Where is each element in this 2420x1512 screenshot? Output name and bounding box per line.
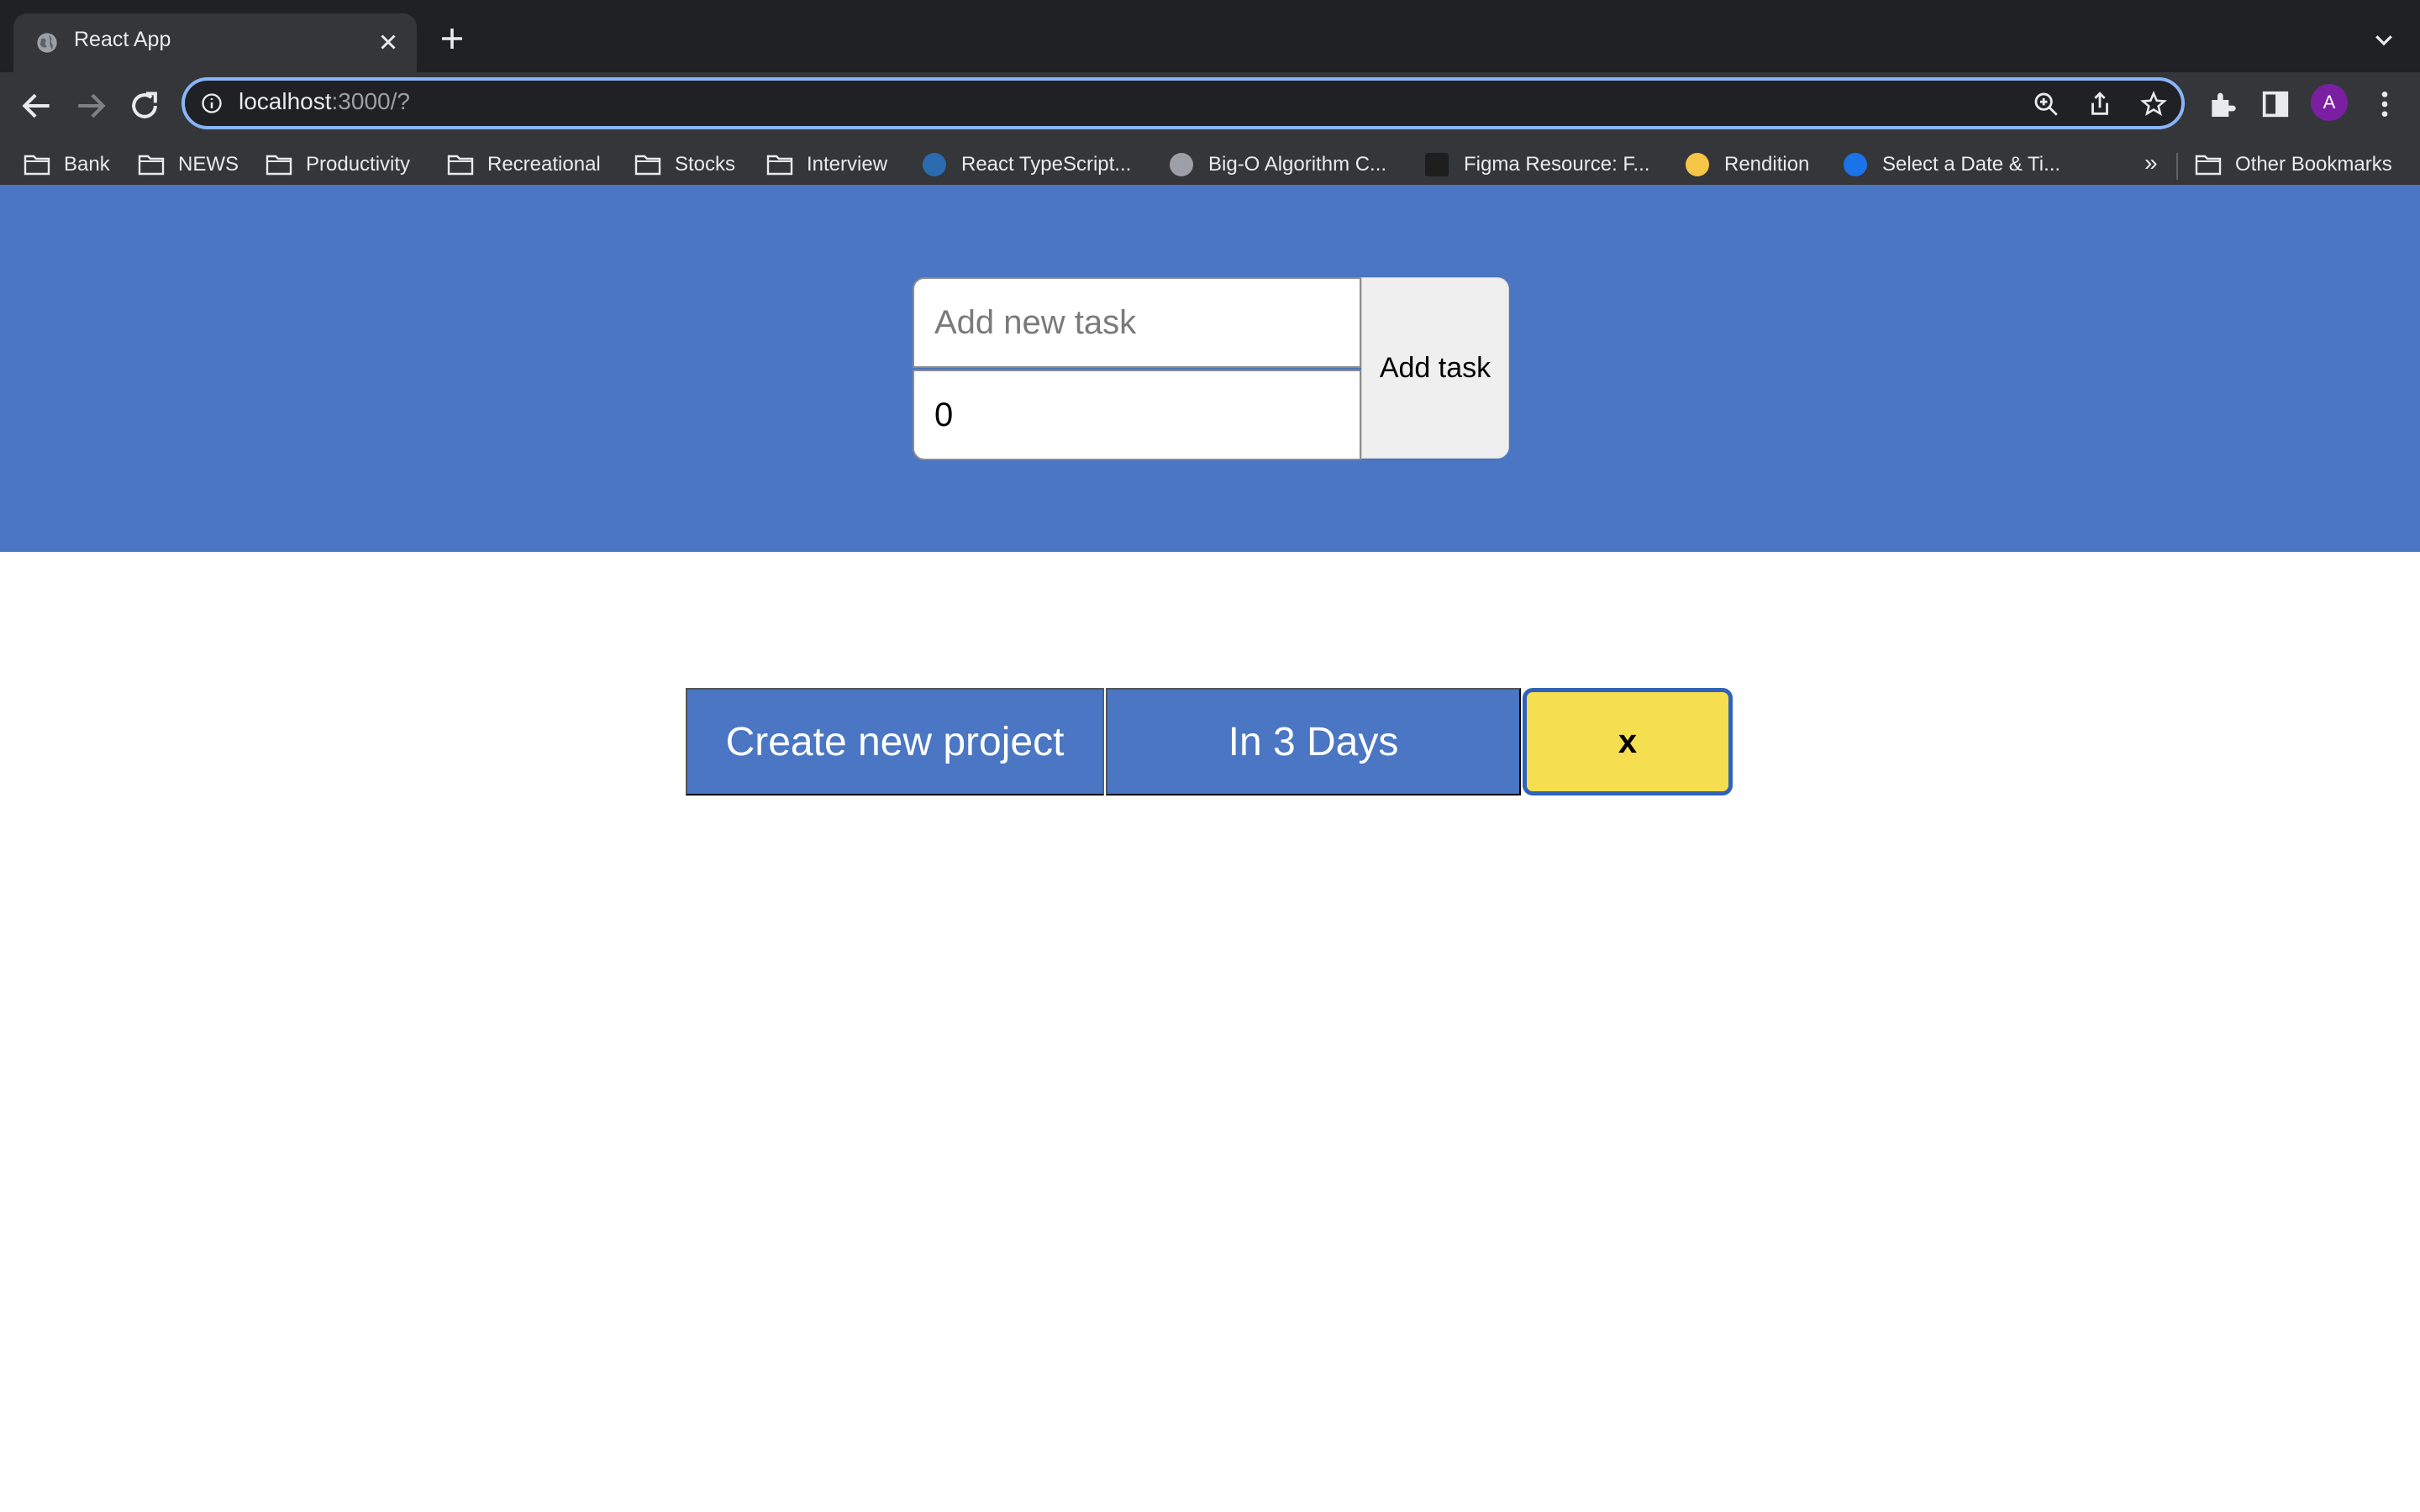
browser-tab-strip: React App (0, 0, 2420, 72)
star-icon[interactable] (2139, 90, 2168, 118)
calendar-icon (1844, 153, 1867, 176)
bookmark-label: Productivity (306, 153, 411, 176)
back-icon[interactable] (18, 87, 55, 124)
bookmark-label: Rendition (1724, 153, 1810, 176)
other-bookmarks-label: Other Bookmarks (2235, 153, 2392, 176)
figma-icon (1425, 153, 1449, 176)
bookmark-link[interactable]: React TypeScript... (923, 150, 1131, 180)
bookmark-link[interactable]: Select a Date & Ti... (1844, 150, 2060, 180)
folder-icon (634, 155, 661, 176)
reload-icon[interactable] (126, 87, 163, 124)
bookmark-label: Recreational (487, 153, 601, 176)
folder-icon (766, 155, 793, 176)
project-due-button[interactable]: In 3 Days (1106, 688, 1521, 795)
bookmark-label: Bank (64, 153, 110, 176)
extensions-icon[interactable] (2205, 87, 2238, 121)
globe-icon (37, 33, 57, 53)
zoom-icon[interactable] (2032, 90, 2060, 118)
react-logo-icon (923, 153, 946, 176)
bookmark-label: Interview (807, 153, 888, 176)
info-icon[interactable] (200, 92, 224, 115)
forward-icon[interactable] (72, 87, 109, 124)
bookmark-link[interactable]: Big-O Algorithm C... (1170, 150, 1386, 180)
folder-icon (138, 155, 165, 176)
url-path: :3000/? (331, 88, 410, 114)
bookmark-folder[interactable]: Productivity (266, 150, 410, 180)
browser-toolbar: localhost:3000/? A Bank NEWS Productivit… (0, 72, 2420, 202)
folder-icon (24, 155, 50, 176)
chevron-down-icon[interactable] (2371, 27, 2396, 52)
folder-icon (447, 155, 474, 176)
bookmark-folder[interactable]: Recreational (447, 150, 601, 180)
bookmark-label: NEWS (178, 153, 239, 176)
bookmark-folder[interactable]: Interview (766, 150, 887, 180)
bookmark-folder[interactable]: NEWS (138, 150, 239, 180)
rendition-icon (1686, 153, 1709, 176)
browser-tab[interactable]: React App (13, 13, 417, 72)
bookmark-label: Figma Resource: F... (1464, 153, 1650, 176)
globe-icon (1170, 153, 1193, 176)
folder-icon (2195, 155, 2222, 176)
other-bookmarks[interactable]: Other Bookmarks (2195, 150, 2392, 180)
address-bar[interactable]: localhost:3000/? (182, 77, 2185, 129)
folder-icon (266, 155, 292, 176)
project-item: Create new project In 3 Days x (686, 688, 1736, 795)
url-host: localhost (239, 88, 332, 114)
bookmark-link[interactable]: Rendition (1686, 150, 1809, 180)
url-text[interactable]: localhost:3000/? (239, 88, 410, 115)
bookmark-label: Stocks (675, 153, 736, 176)
bookmarks-bar: Bank NEWS Productivity Recreational Stoc… (0, 139, 2420, 190)
close-tab-icon[interactable] (373, 27, 403, 57)
profile-avatar[interactable]: A (2311, 84, 2348, 121)
bookmark-label: React TypeScript... (961, 153, 1132, 176)
side-panel-icon[interactable] (2259, 87, 2292, 121)
bookmark-label: Select a Date & Ti... (1882, 153, 2061, 176)
task-name-input[interactable] (913, 277, 1361, 368)
task-days-input[interactable] (913, 370, 1361, 460)
bookmark-link[interactable]: Figma Resource: F... (1425, 150, 1649, 180)
kebab-menu-icon[interactable] (2368, 87, 2402, 121)
tab-title: React App (74, 28, 171, 51)
share-icon[interactable] (2086, 90, 2114, 118)
bookmarks-overflow-icon[interactable]: » (2144, 150, 2158, 176)
add-task-form: Add task (913, 277, 1509, 460)
bookmarks-divider (2176, 153, 2178, 180)
new-tab-icon[interactable] (437, 24, 467, 54)
bookmark-folder[interactable]: Bank (24, 150, 110, 180)
bookmark-label: Big-O Algorithm C... (1208, 153, 1387, 176)
create-project-button[interactable]: Create new project (686, 688, 1104, 795)
add-task-button[interactable]: Add task (1361, 277, 1509, 459)
delete-project-button[interactable]: x (1523, 688, 1733, 795)
bookmark-folder[interactable]: Stocks (634, 150, 735, 180)
